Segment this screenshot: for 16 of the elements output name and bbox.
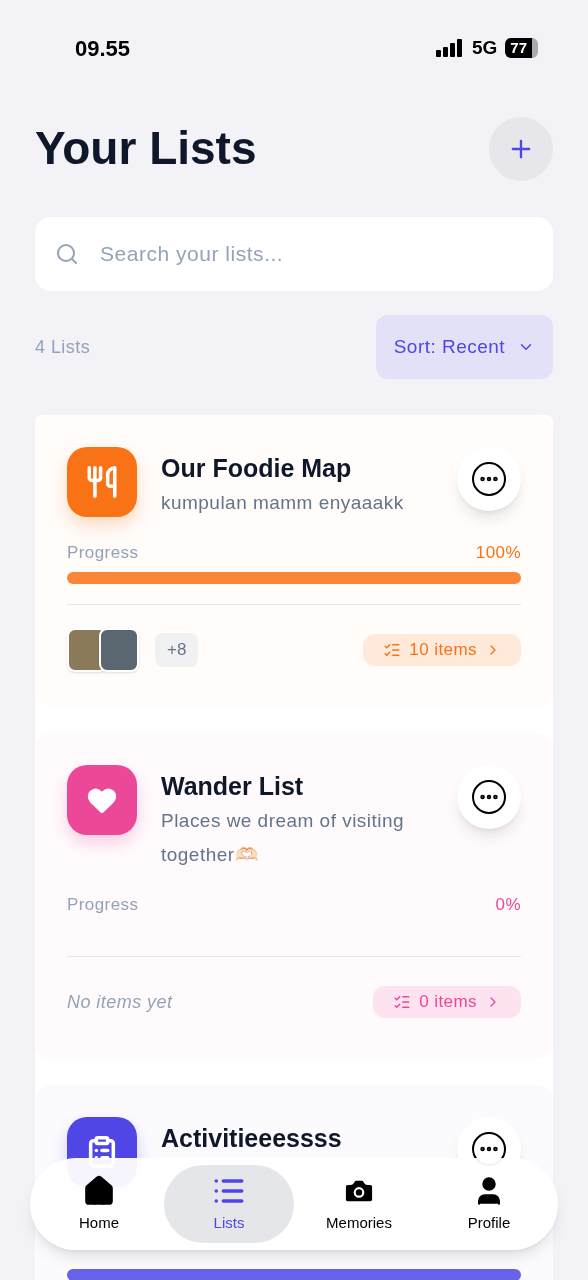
- progress-label: Progress: [67, 542, 139, 560]
- battery-indicator: 77: [505, 38, 538, 58]
- list-title: Wander List: [161, 771, 305, 802]
- list-description: kumpulan mamm enyaaakk: [161, 491, 405, 515]
- list-count: 4 Lists: [35, 335, 91, 359]
- more-photos-count: +8: [155, 633, 199, 667]
- list-title: Our Foodie Map: [161, 453, 353, 484]
- status-time: 09.55: [75, 34, 131, 63]
- progress-label: Progress: [67, 894, 139, 912]
- progress-percent: 0%: [495, 894, 521, 912]
- network-label: 5G: [471, 35, 498, 60]
- empty-text: No items yet: [67, 990, 173, 1014]
- list-title: Activitieeessss: [161, 1123, 343, 1154]
- list-description: Places we dream of visiting together🫶🏻: [161, 809, 406, 867]
- page-title: Your Lists: [35, 121, 257, 176]
- progress-percent: 100%: [475, 542, 521, 560]
